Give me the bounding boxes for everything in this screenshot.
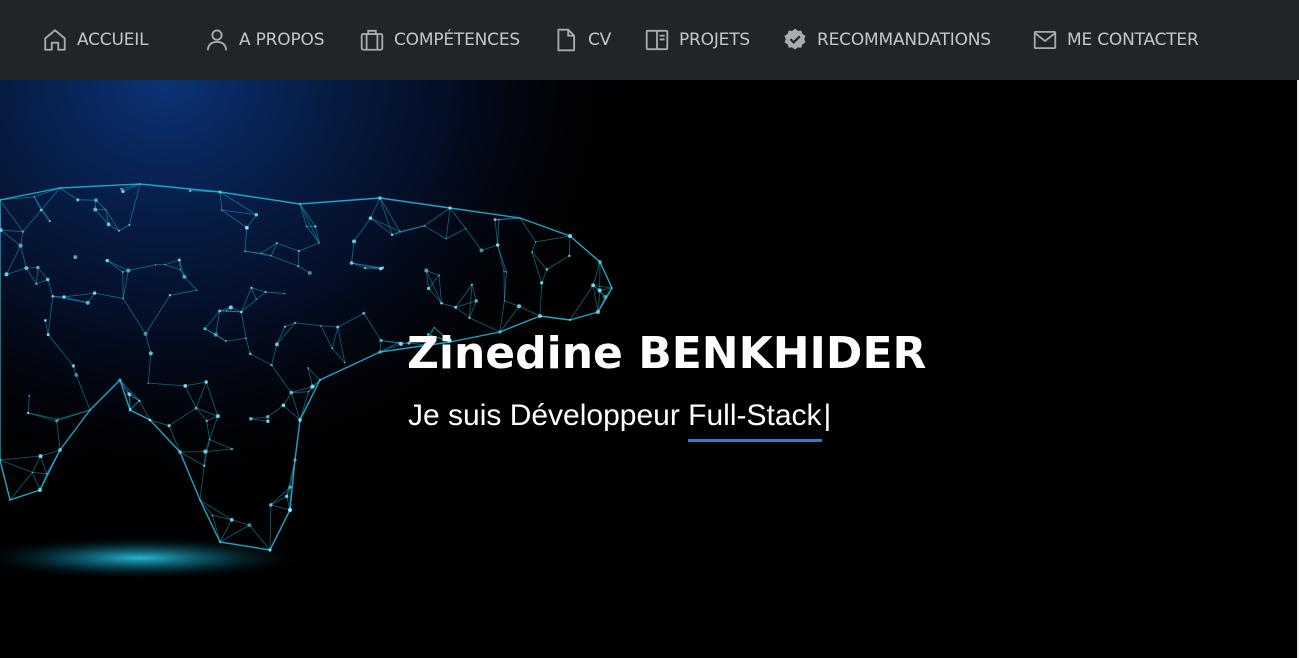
typing-cursor: | [823, 399, 832, 432]
nav-label-projets: PROJETS [679, 30, 750, 50]
envelope-icon [1033, 30, 1057, 50]
briefcase-icon [360, 29, 384, 51]
nav-item-me-contacter[interactable]: ME CONTACTER [1032, 0, 1199, 80]
nav-label-me-contacter: ME CONTACTER [1067, 30, 1199, 50]
nav-item-cv[interactable]: CV [553, 0, 611, 80]
top-navbar: ACCUEIL A PROPOS COMPÉTENCES CV PROJETS … [0, 0, 1299, 80]
nav-label-competences: COMPÉTENCES [394, 30, 520, 50]
columns-icon [645, 29, 669, 51]
nav-item-competences[interactable]: COMPÉTENCES [359, 0, 520, 80]
nav-item-a-propos[interactable]: A PROPOS [204, 0, 325, 80]
nav-item-accueil[interactable]: ACCUEIL [42, 0, 149, 80]
nav-item-projets[interactable]: PROJETS [644, 0, 750, 80]
nav-label-accueil: ACCUEIL [77, 30, 149, 50]
hero-intro-text: Je suis Développeur [408, 399, 680, 432]
home-icon [44, 29, 66, 51]
hero-tagline: Je suis Développeur Full-Stack| [408, 396, 832, 442]
verified-badge-icon [784, 28, 806, 50]
typed-role-text: Full-Stack [688, 396, 822, 442]
portfolio-page: ACCUEIL A PROPOS COMPÉTENCES CV PROJETS … [0, 0, 1299, 658]
nav-item-recommandations[interactable]: RECOMMANDATIONS [782, 0, 991, 80]
nav-label-cv: CV [588, 30, 612, 50]
hero-section: Zinedine BENKHIDER Je suis Développeur F… [0, 80, 1299, 658]
user-icon [206, 29, 228, 51]
nav-label-a-propos: A PROPOS [239, 30, 325, 50]
document-icon [557, 28, 576, 52]
hero-name: Zinedine BENKHIDER [407, 328, 927, 379]
nav-label-recommandations: RECOMMANDATIONS [817, 30, 991, 50]
